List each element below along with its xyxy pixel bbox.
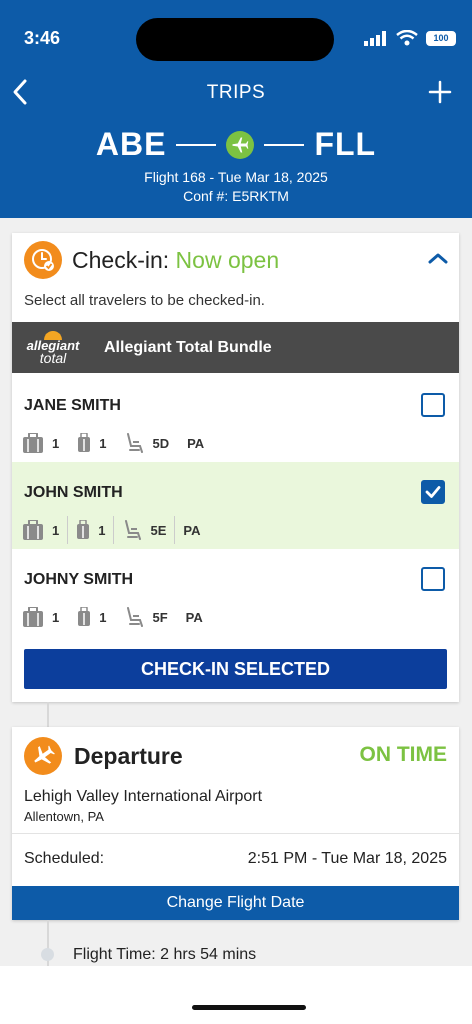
traveler-checkbox[interactable]: [421, 393, 445, 417]
checked-bag-icon: [23, 520, 43, 540]
plane-icon: [226, 130, 255, 159]
seat-icon: [125, 520, 142, 540]
flight-info: Flight 168 - Tue Mar 18, 2025 Conf #: E5…: [0, 168, 472, 206]
flight-number-date: Flight 168 - Tue Mar 18, 2025: [144, 169, 328, 185]
checked-bag-count: 1: [52, 609, 60, 625]
page-title: TRIPS: [206, 82, 266, 103]
checked-bag-count: 1: [52, 522, 60, 538]
carryon-count: 1: [99, 609, 107, 625]
battery-level: 100: [433, 33, 449, 43]
bundle-banner: allegiant total Allegiant Total Bundle: [12, 322, 459, 373]
status-bar: 3:46 100: [0, 0, 472, 70]
checked-bag-cell: 1: [22, 603, 67, 631]
traveler-code: PA: [183, 522, 201, 538]
status-time: 3:46: [24, 28, 61, 48]
checked-bag-icon: [23, 607, 43, 627]
carryon-bag-icon: [78, 607, 91, 626]
traveler-row-selected[interactable]: JOHN SMITH 1 1 5E PA: [12, 462, 459, 549]
scheduled-value: 2:51 PM - Tue Mar 18, 2025: [247, 850, 447, 867]
carryon-count: 1: [99, 435, 107, 451]
traveler-details: 1 1 5E PA: [22, 516, 216, 544]
checkin-card: Check-in: Now open Select all travelers …: [12, 233, 459, 702]
checked-bag-cell: 1: [22, 516, 69, 544]
bottom-safe-area: [0, 966, 472, 1024]
departure-title: Departure: [74, 742, 183, 769]
traveler-row[interactable]: JANE SMITH 1 1 5D PA: [12, 375, 459, 462]
checkin-status: Now open: [175, 246, 280, 273]
traveler-row[interactable]: JOHNY SMITH 1 1 5F PA: [12, 549, 459, 636]
change-flight-date-button[interactable]: Change Flight Date: [12, 886, 459, 920]
checkin-title: Check-in: Now open: [72, 247, 279, 274]
code-cell: PA: [187, 429, 212, 457]
checkin-header[interactable]: Check-in: Now open: [24, 241, 279, 279]
departure-airport: Lehigh Valley International Airport: [24, 788, 263, 805]
scheduled-label: Scheduled:: [24, 850, 105, 867]
traveler-name: JOHN SMITH: [24, 484, 123, 501]
seat-cell: 5F: [124, 603, 175, 631]
departure-status-badge: ON TIME: [359, 743, 448, 766]
seat-number: 5D: [152, 435, 170, 451]
origin-code: ABE: [95, 126, 167, 162]
confirmation-number: Conf #: E5RKTM: [183, 188, 289, 204]
divider: [12, 833, 459, 834]
departure-card: Departure ON TIME Lehigh Valley Internat…: [12, 727, 459, 920]
checkin-instruction: Select all travelers to be checked-in.: [24, 292, 265, 309]
checkmark-icon: [425, 486, 441, 498]
departure-header: Departure: [24, 737, 183, 775]
flight-time: Flight Time: 2 hrs 54 mins: [73, 946, 257, 963]
app-header: 3:46 100 TRIPS ABE FLL Flight 168 - Tue …: [0, 0, 472, 218]
traveler-details: 1 1 5D PA: [22, 429, 222, 457]
timeline-connector: [47, 702, 49, 727]
traveler-code: PA: [185, 609, 203, 625]
code-cell: PA: [183, 516, 208, 544]
carryon-bag-icon: [78, 433, 91, 452]
traveler-checkbox-checked[interactable]: [421, 480, 445, 504]
carryon-cell: 1: [77, 603, 114, 631]
traveler-name: JOHNY SMITH: [24, 571, 134, 588]
clock-check-icon: [24, 241, 62, 279]
seat-number: 5F: [152, 609, 168, 625]
departure-plane-icon: [24, 737, 62, 775]
code-cell: PA: [186, 603, 211, 631]
route-line-left: [176, 143, 217, 146]
seat-cell: 5D: [124, 429, 177, 457]
seat-number: 5E: [150, 522, 167, 538]
signal-icon: [364, 30, 386, 46]
traveler-checkbox[interactable]: [421, 567, 445, 591]
seat-cell: 5E: [122, 516, 176, 544]
allegiant-total-logo: allegiant total: [12, 331, 94, 366]
chevron-up-icon[interactable]: [427, 251, 449, 265]
traveler-details: 1 1 5F PA: [22, 603, 221, 631]
checkin-title-label: Check-in:: [72, 246, 170, 273]
carryon-cell: 1: [76, 516, 115, 544]
dynamic-island: [136, 18, 334, 61]
traveler-name: JANE SMITH: [24, 397, 121, 414]
carryon-cell: 1: [77, 429, 114, 457]
checked-bag-icon: [23, 433, 43, 453]
checked-bag-cell: 1: [22, 429, 67, 457]
checked-bag-count: 1: [52, 435, 60, 451]
traveler-code: PA: [187, 435, 205, 451]
logo-text-bottom: total: [39, 350, 67, 366]
route-line-right: [264, 143, 305, 146]
bundle-label: Allegiant Total Bundle: [104, 338, 272, 356]
wifi-icon: [396, 30, 418, 46]
add-trip-plus-icon[interactable]: [428, 80, 452, 104]
destination-code: FLL: [314, 126, 377, 162]
seat-icon: [127, 607, 144, 627]
departure-city: Allentown, PA: [24, 809, 104, 824]
status-icons: 100: [364, 30, 456, 46]
seat-icon: [127, 433, 144, 453]
battery-icon: 100: [426, 30, 456, 46]
route-summary: ABE FLL: [0, 126, 472, 163]
checkin-selected-button[interactable]: CHECK-IN SELECTED: [24, 649, 447, 689]
home-indicator[interactable]: [192, 1005, 306, 1010]
carryon-count: 1: [98, 522, 106, 538]
timeline-dot: [41, 948, 54, 961]
nav-bar: TRIPS: [0, 74, 472, 110]
carryon-bag-icon: [77, 520, 90, 539]
